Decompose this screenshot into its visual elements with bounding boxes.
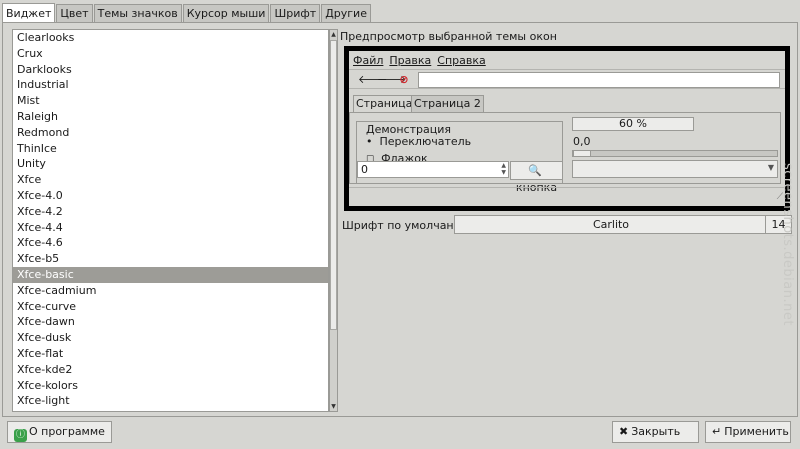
apply-icon: ↵ bbox=[712, 425, 722, 438]
theme-list-item[interactable]: Xfce bbox=[13, 172, 328, 188]
preview-combobox[interactable]: ▼ bbox=[572, 160, 778, 178]
stop-icon[interactable]: ⊘ bbox=[396, 72, 412, 88]
tab-mouse-cursor[interactable]: Курсор мыши bbox=[182, 4, 270, 22]
theme-list-item[interactable]: Xfce-4.2 bbox=[13, 204, 328, 220]
theme-list-item[interactable]: Crux bbox=[13, 46, 328, 62]
theme-list-item[interactable]: Xfce-4.6 bbox=[13, 235, 328, 251]
preview-title: Предпросмотр выбранной темы окон bbox=[340, 30, 557, 43]
theme-list-scrollbar[interactable]: ▲ ▼ bbox=[329, 29, 338, 412]
theme-list-item[interactable]: Xfce-basic bbox=[13, 266, 328, 283]
apply-button[interactable]: ↵ Применить bbox=[705, 421, 791, 443]
theme-list-item[interactable]: Xfce-dusk bbox=[13, 330, 328, 346]
preview-menu-edit[interactable]: Правка bbox=[389, 54, 431, 67]
scroll-down-icon[interactable]: ▼ bbox=[330, 402, 337, 411]
about-button[interactable]: ⓘ О программе bbox=[7, 421, 112, 443]
preview-tab-page2[interactable]: Страница 2 bbox=[411, 95, 484, 112]
radio-dot-icon: • bbox=[366, 135, 373, 148]
theme-list[interactable]: Clearlooks Crux Darklooks Industrial Mist Ral… bbox=[12, 29, 329, 412]
theme-list-item[interactable]: Mist bbox=[13, 93, 328, 109]
apply-button-label: Применить bbox=[724, 425, 789, 438]
theme-list-item[interactable]: Raleigh bbox=[13, 109, 328, 125]
theme-list-item[interactable]: Clearlooks bbox=[13, 30, 328, 46]
close-button[interactable]: ✖ Закрыть bbox=[612, 421, 699, 443]
preview-button[interactable]: 🔍кнопка bbox=[510, 161, 563, 194]
preview-url-entry[interactable] bbox=[418, 72, 780, 88]
tab-color[interactable]: Цвет bbox=[56, 4, 93, 22]
tab-bar: Виджет Цвет Темы значков Курсор мыши Шри… bbox=[2, 3, 372, 22]
preview-toolbar: 🡐 🡒 ⊘ bbox=[349, 69, 785, 89]
theme-list-item[interactable]: Xfce-kolors bbox=[13, 378, 328, 394]
watermark: screenshots.debian.net bbox=[780, 163, 795, 326]
theme-list-item[interactable]: Xfce-b5 bbox=[13, 251, 328, 267]
theme-preview: Файл Правка Справка 🡐 🡒 ⊘ Страница 1 Стр… bbox=[344, 46, 790, 211]
preview-window: Файл Правка Справка 🡐 🡒 ⊘ Страница 1 Стр… bbox=[349, 51, 785, 206]
scale-knob[interactable] bbox=[573, 150, 591, 157]
about-button-label: О программе bbox=[29, 425, 105, 438]
preview-notebook-panel: Демонстрация • Переключатель ☐ Флажок 0 … bbox=[349, 112, 781, 194]
theme-list-item[interactable]: Xfce-flat bbox=[13, 346, 328, 362]
theme-list-item[interactable]: Xfce-4.0 bbox=[13, 188, 328, 204]
magnifier-icon: 🔍 bbox=[528, 164, 542, 177]
forward-arrow-icon[interactable]: 🡒 bbox=[377, 72, 407, 88]
preview-radio-label: Переключатель bbox=[379, 135, 472, 148]
tab-other[interactable]: Другие bbox=[321, 4, 371, 22]
theme-list-item[interactable]: Xfce-cadmium bbox=[13, 283, 328, 299]
preview-menubar: Файл Правка Справка bbox=[353, 54, 486, 67]
theme-list-item[interactable]: Xfce-kde2 bbox=[13, 362, 328, 378]
theme-list-item[interactable]: Unity bbox=[13, 156, 328, 172]
theme-list-item[interactable]: Xfce-curve bbox=[13, 299, 328, 315]
preview-spin-value: 0 bbox=[361, 163, 368, 176]
tab-font[interactable]: Шрифт bbox=[270, 4, 321, 22]
theme-list-item[interactable]: Xfce-light bbox=[13, 393, 328, 409]
close-button-label: Закрыть bbox=[631, 425, 681, 438]
back-arrow-icon[interactable]: 🡐 bbox=[358, 72, 388, 88]
theme-list-item[interactable]: Industrial bbox=[13, 77, 328, 93]
about-icon: ⓘ bbox=[14, 429, 27, 442]
theme-list-item[interactable]: ThinIce bbox=[13, 141, 328, 157]
preview-progress-bar: 60 % bbox=[572, 117, 694, 131]
theme-list-item[interactable]: Xfce-dawn bbox=[13, 314, 328, 330]
preview-statusbar: ⟋ bbox=[349, 187, 785, 203]
theme-list-item[interactable]: Xfce-4.4 bbox=[13, 220, 328, 236]
font-name: Carlito bbox=[592, 218, 630, 231]
preview-scale[interactable] bbox=[572, 150, 778, 157]
preview-menu-help[interactable]: Справка bbox=[437, 54, 485, 67]
scroll-up-icon[interactable]: ▲ bbox=[330, 30, 337, 39]
theme-list-item[interactable]: Darklooks bbox=[13, 62, 328, 78]
theme-list-item[interactable]: Redmond bbox=[13, 125, 328, 141]
preview-spinbox[interactable]: 0 ▲ ▼ bbox=[357, 161, 509, 178]
default-font-button[interactable]: Carlito 14 bbox=[454, 215, 792, 234]
chevron-down-icon: ▼ bbox=[767, 163, 774, 172]
tab-icon-themes[interactable]: Темы значков bbox=[93, 4, 182, 22]
preview-menu-file[interactable]: Файл bbox=[353, 54, 383, 67]
preview-scale-value: 0,0 bbox=[573, 135, 591, 148]
tab-panel: Clearlooks Crux Darklooks Industrial Mist Ral… bbox=[2, 22, 798, 417]
close-icon: ✖ bbox=[619, 425, 629, 438]
scrollbar-thumb[interactable] bbox=[330, 40, 337, 330]
spin-arrows-icon[interactable]: ▲ ▼ bbox=[501, 162, 506, 176]
tab-widget[interactable]: Виджет bbox=[2, 3, 56, 22]
preview-radio[interactable]: • Переключатель bbox=[366, 135, 471, 148]
